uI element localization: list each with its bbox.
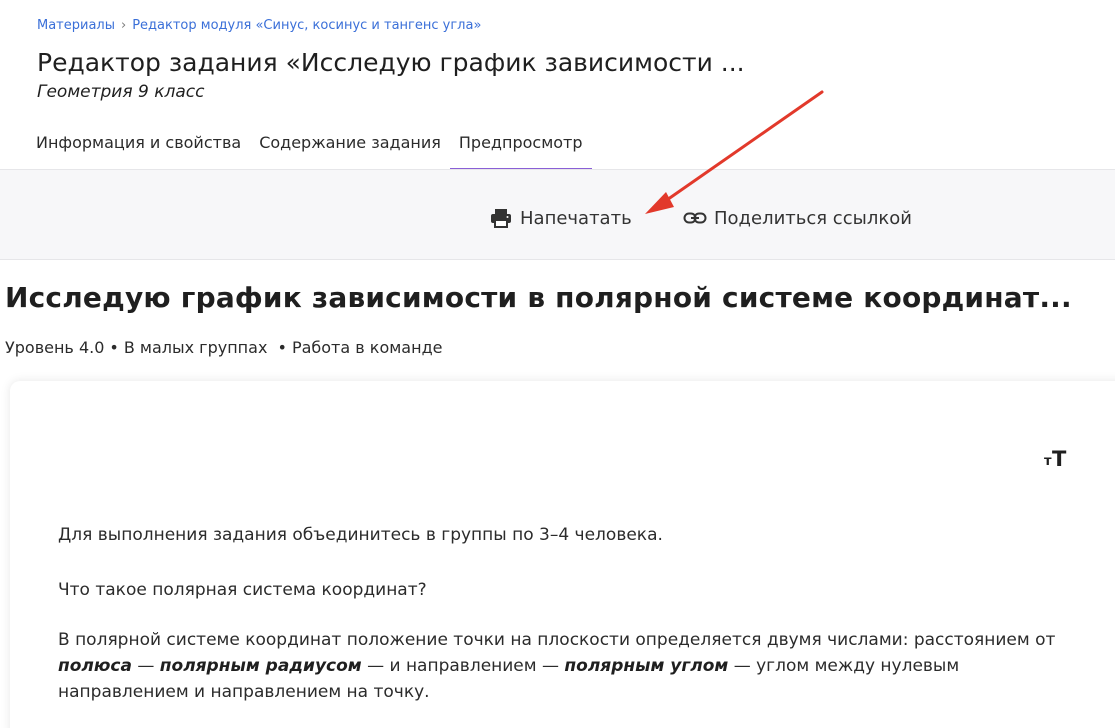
link-icon [683, 210, 707, 226]
paragraph-question: Что такое полярная система координат? [58, 580, 427, 600]
term-polar-angle: полярным углом [564, 656, 729, 676]
tab-preview[interactable]: Предпросмотр [449, 126, 592, 170]
task-meta: Уровень 4.0 • В малых группах • Работа в ко… [5, 338, 442, 357]
editor-tabs: Информация и свойства Содержание задания… [27, 126, 592, 170]
paragraph-definition: В полярной системе координат положение т… [58, 630, 1056, 702]
printer-icon [489, 208, 513, 228]
share-link-button[interactable]: Поделиться ссылкой [683, 206, 912, 230]
task-level: Уровень 4.0 [5, 338, 105, 357]
meta-separator: • [277, 338, 287, 357]
tab-task-content[interactable]: Содержание задания [250, 126, 450, 170]
tab-info-properties[interactable]: Информация и свойства [27, 126, 250, 170]
breadcrumb: Материалы › Редактор модуля «Синус, косину… [37, 18, 481, 33]
paragraph-groups: Для выполнения задания объединитесь в гр… [58, 525, 663, 545]
task-mode: Работа в команде [291, 338, 443, 357]
editor-header: Материалы › Редактор модуля «Синус, косину… [0, 0, 1115, 170]
breadcrumb-item-module-editor[interactable]: Редактор модуля «Синус, косинус и танген… [132, 18, 481, 33]
print-button[interactable]: Напечатать [489, 206, 632, 230]
share-link-label: Поделиться ссылкой [714, 207, 912, 229]
task-title: Исследую график зависимости в полярной с… [5, 281, 1072, 314]
subject-subtitle: Геометрия 9 класс [37, 82, 205, 102]
page-title: Редактор задания «Исследую график зависи… [37, 48, 745, 77]
breadcrumb-item-materials[interactable]: Материалы [37, 18, 115, 33]
term-polar-radius: полярным радиусом [159, 656, 362, 676]
preview-toolbar: Напечатать Поделиться ссылкой [0, 170, 1115, 260]
meta-separator: • [109, 338, 119, 357]
editor-page: Материалы › Редактор модуля «Синус, косину… [0, 0, 1115, 728]
print-label: Напечатать [520, 207, 632, 229]
term-pole: полюса [58, 656, 132, 676]
task-format: В малых группах [123, 338, 273, 357]
font-size-icon[interactable]: тT [1042, 447, 1070, 471]
breadcrumb-separator: › [121, 18, 127, 33]
